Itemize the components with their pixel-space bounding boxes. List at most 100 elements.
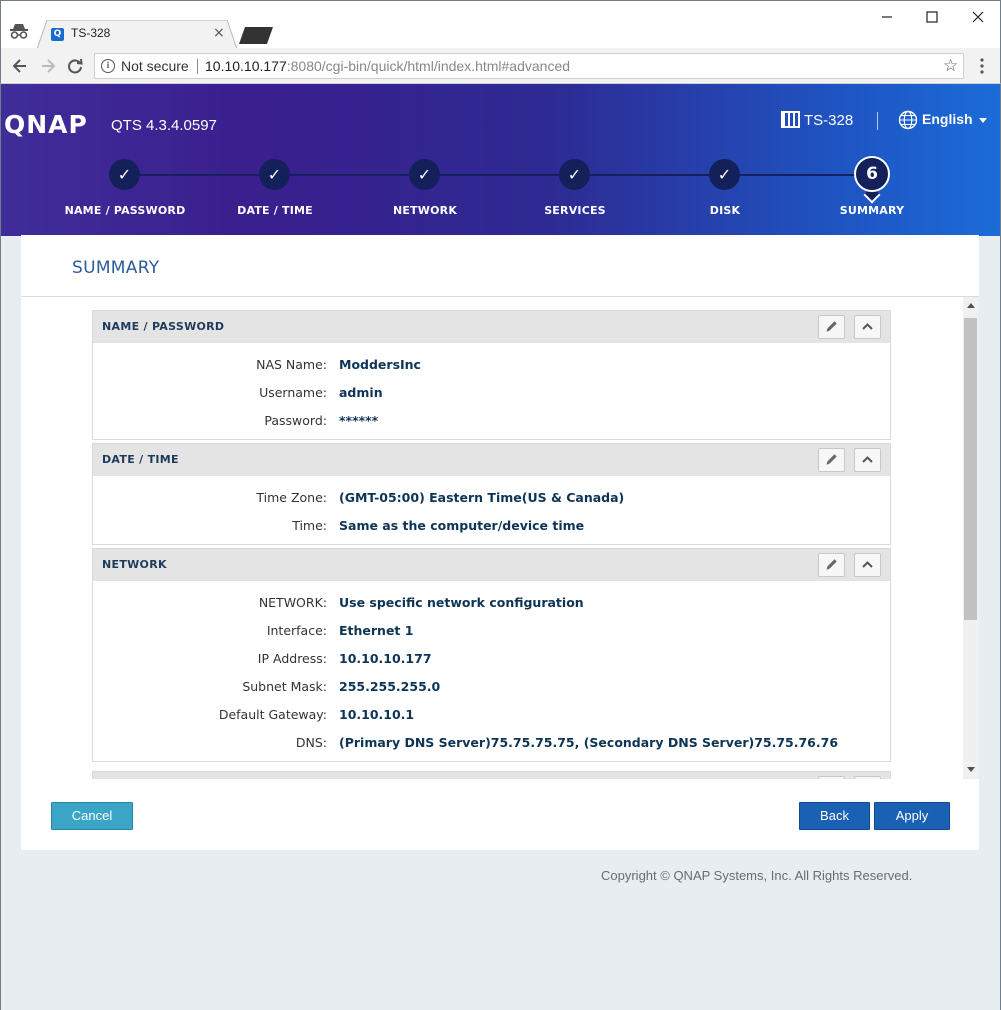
step-label: NAME / PASSWORD [64,204,186,217]
row-label: NETWORK: [258,595,327,610]
minimize-icon[interactable] [864,5,910,29]
summary-row: NAS Name: ModdersInc [93,357,890,377]
incognito-icon [10,24,28,39]
pencil-icon [826,454,837,465]
check-icon: ✓ [409,159,440,190]
section-title: DATE / TIME [102,453,179,466]
url-host: 10.10.10.177 [205,58,287,74]
row-value: (GMT-05:00) Eastern Time(US & Canada) [339,490,625,505]
collapse-button[interactable] [854,553,881,577]
section-header: DATE / TIME [93,444,890,476]
chevron-down-icon [979,118,987,123]
summary-row: DNS: (Primary DNS Server)75.75.75.75, (Se… [93,735,890,755]
row-value: 10.10.10.1 [339,707,415,722]
row-label: IP Address: [257,651,327,666]
section-date-time: DATE / TIME Time Zone: (GMT-05:00) Eastern… [92,443,891,545]
edit-button[interactable] [818,448,845,472]
step-label: SUMMARY [839,204,905,217]
step-name-password: ✓ NAME / PASSWORD [45,159,205,219]
row-value: Ethernet 1 [339,623,414,638]
tab-title: TS-328 [71,26,111,40]
forward-icon[interactable] [38,56,58,76]
row-label: Time: [292,518,327,533]
summary-row: Default Gateway: 10.10.10.1 [93,707,890,727]
row-label: Interface: [266,623,327,638]
scroll-down-icon[interactable] [967,767,975,772]
edit-button[interactable] [818,553,845,577]
row-label: DNS: [295,735,327,750]
back-icon[interactable] [10,56,30,76]
back-button[interactable]: Back [799,802,870,830]
scroll-up-icon[interactable] [967,303,975,308]
scrollbar[interactable] [963,297,979,779]
device-model: TS-328 [781,111,853,129]
row-value: (Primary DNS Server)75.75.75.75, (Second… [339,735,839,750]
row-label: Subnet Mask: [242,679,327,694]
edit-button[interactable] [818,776,845,779]
summary-panel: SUMMARY NAME / PASSWORD NAS Name: ModdersI… [21,235,979,850]
summary-row: Interface: Ethernet 1 [93,623,890,643]
step-disk: ✓ DISK [645,159,805,219]
copyright-text: Copyright © QNAP Systems, Inc. All Right… [601,868,913,883]
step-date-time: ✓ DATE / TIME [195,159,355,219]
chevron-up-icon [862,456,873,463]
row-label: NAS Name: [256,357,327,372]
row-value: ModdersInc [339,357,421,372]
nas-device-icon [781,111,800,128]
tab-close-icon[interactable]: × [213,25,225,41]
collapse-button[interactable] [854,776,881,779]
chevron-up-icon [855,777,880,779]
device-model-label: TS-328 [804,112,854,129]
star-icon[interactable]: ☆ [943,56,958,76]
scrollbar-thumb[interactable] [964,318,977,620]
summary-row: NETWORK: Use specific network configurati… [93,595,890,615]
step-services: ✓ SERVICES [495,159,655,219]
step-label: DATE / TIME [237,204,313,217]
address-bar[interactable]: i Not secure 10.10.10.177:8080/cgi-bin/q… [94,53,964,79]
chevron-up-icon [862,323,873,330]
summary-row: Username: admin [93,385,890,405]
language-label: English [922,111,973,127]
pencil-icon [826,559,837,570]
tab-shape [37,20,237,49]
cancel-button[interactable]: Cancel [51,802,133,830]
row-label: Time Zone: [256,490,327,505]
edit-button[interactable] [818,315,845,339]
url-path: :8080/cgi-bin/quick/html/index.html#adva… [286,58,571,74]
check-icon: ✓ [559,159,590,190]
menu-icon[interactable] [979,57,985,75]
section-header: NETWORK [93,549,890,581]
collapse-button[interactable] [854,448,881,472]
check-icon: ✓ [109,159,140,190]
apply-button[interactable]: Apply [874,802,950,830]
summary-row: Subnet Mask: 255.255.255.0 [93,679,890,699]
row-label: Username: [259,385,327,400]
url-separator [197,59,198,74]
section-name-password: NAME / PASSWORD NAS Name: ModdersInc Userna… [92,310,891,440]
qnap-logo: QNAP [4,110,88,139]
check-icon: ✓ [259,159,290,190]
row-value: Same as the computer/device time [339,518,585,533]
row-value: admin [339,385,383,400]
browser-tab[interactable]: Q TS-328 × [37,20,237,49]
maximize-icon[interactable] [909,5,955,29]
reload-icon[interactable] [65,56,85,76]
check-icon: ✓ [709,159,740,190]
step-label: DISK [709,204,741,217]
browser-tab-strip: Q TS-328 × [0,0,1001,49]
page-title: SUMMARY [72,258,160,278]
url-text[interactable]: 10.10.10.177:8080/cgi-bin/quick/html/ind… [205,58,570,74]
security-label[interactable]: Not secure [121,58,189,74]
summary-row: Time Zone: (GMT-05:00) Eastern Time(US & … [93,490,890,510]
step-label: SERVICES [544,204,606,217]
row-value: ****** [339,413,379,428]
qnap-favicon-icon: Q [51,28,64,41]
new-tab-button[interactable] [239,27,273,44]
section-services: SERVICES [92,771,891,779]
header-separator [877,112,878,130]
summary-scroll-area[interactable]: NAME / PASSWORD NAS Name: ModdersInc Userna… [21,297,979,779]
collapse-button[interactable] [854,315,881,339]
close-icon[interactable] [955,5,1001,29]
qnap-header: QNAP QTS 4.3.4.0597 TS-328 English ✓ NAME… [0,84,1001,236]
info-icon[interactable]: i [101,59,115,73]
